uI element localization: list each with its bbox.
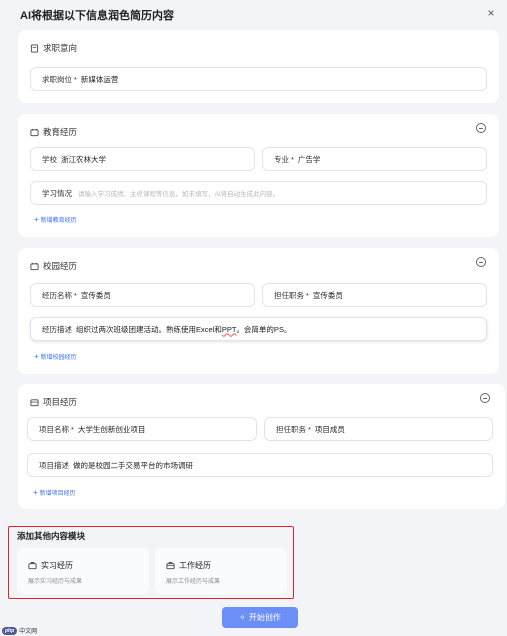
remove-project-icon[interactable] — [480, 393, 490, 403]
sparkle-icon: ✧ — [239, 613, 246, 622]
dialog-title: AI将根据以下信息润色简历内容 — [20, 10, 174, 22]
campus-title: 校园经历 — [43, 261, 78, 271]
work-desc: 展示工作经历与成果 — [166, 579, 221, 585]
job-position-field[interactable]: 求职岗位 * 新媒体运营 — [30, 67, 487, 91]
project-name-value: 大学生创新创业项目 — [77, 424, 146, 434]
remove-campus-icon[interactable] — [476, 257, 486, 267]
more-modules-title: 添加其他内容模块 — [17, 531, 86, 541]
study-placeholder: 请输入学习成绩、主修课程等信息。如未填写，AI将自动生成此内容。 — [78, 191, 280, 198]
job-intention-title: 求职意向 — [43, 43, 78, 53]
briefcase-icon — [28, 562, 37, 570]
work-title: 工作经历 — [179, 561, 211, 570]
project-title: 项目经历 — [43, 397, 78, 407]
plus-icon: + — [34, 351, 39, 361]
study-field[interactable]: 学习情况 请输入学习成绩、主修课程等信息。如未填写，AI将自动生成此内容。 — [30, 181, 487, 205]
plus-icon: + — [33, 487, 38, 497]
job-intention-card: 求职意向 求职岗位 * 新媒体运营 — [18, 30, 499, 103]
education-icon — [30, 128, 39, 136]
project-header: 项目经历 — [30, 396, 77, 408]
close-icon[interactable]: × — [484, 6, 498, 20]
major-field[interactable]: 专业 * 广告学 — [262, 147, 487, 171]
internship-desc: 展示实习经历与成果 — [28, 579, 83, 585]
add-education-button[interactable]: + 新增教育经历 — [34, 215, 77, 224]
plus-icon: + — [34, 214, 39, 224]
campus-name-field[interactable]: 经历名称 * 宣传委员 — [30, 283, 255, 307]
school-value: 浙江农林大学 — [61, 154, 106, 164]
add-project-button[interactable]: + 新增项目经历 — [33, 488, 76, 497]
education-header: 教育经历 — [30, 126, 77, 138]
campus-card: 校园经历 经历名称 * 宣传委员 担任职务 * 宣传委员 经历描述 组织过两次班级团… — [18, 248, 499, 374]
work-module-button[interactable]: 工作经历 展示工作经历与成果 — [155, 548, 287, 594]
project-name-field[interactable]: 项目名称 * 大学生创新创业项目 — [27, 417, 257, 441]
campus-header: 校园经历 — [30, 260, 77, 272]
education-card: 教育经历 学校 浙江农林大学 专业 * 广告学 学习情况 请输入学习成绩、主修课程… — [18, 114, 499, 237]
internship-title: 实习经历 — [41, 561, 73, 570]
job-intention-header: 求职意向 — [30, 42, 77, 54]
flag-icon — [30, 43, 39, 53]
start-create-button[interactable]: ✧ 开始创作 — [222, 607, 298, 628]
php-logo: php — [2, 626, 18, 635]
work-icon — [166, 562, 175, 570]
project-icon — [30, 398, 39, 406]
project-desc-field[interactable]: 项目描述 做的是校园二手交易平台的市场调研 — [27, 453, 493, 477]
remove-education-icon[interactable] — [476, 123, 486, 133]
add-campus-button[interactable]: + 新增校园经历 — [34, 352, 77, 361]
campus-desc-field[interactable]: 经历描述 组织过两次班级团建活动。熟练使用Excel和PPT。会简单的PS。 — [30, 317, 487, 341]
job-position-value: 新媒体运营 — [80, 74, 119, 84]
school-field[interactable]: 学校 浙江农林大学 — [30, 147, 255, 171]
campus-desc-value: 组织过两次班级团建活动。熟练使用Excel和PPT。会简单的PS。 — [76, 324, 292, 334]
major-value: 广告学 — [297, 154, 321, 164]
project-role-value: 项目成员 — [314, 424, 345, 434]
campus-role-field[interactable]: 担任职务 * 宣传委员 — [262, 283, 487, 307]
project-card: 项目经历 项目名称 * 大学生创新创业项目 担任职务 * 项目成员 项目描述 做的是… — [18, 384, 505, 509]
education-title: 教育经历 — [43, 127, 78, 137]
campus-role-value: 宣传委员 — [312, 290, 343, 300]
campus-name-value: 宣传委员 — [80, 290, 111, 300]
project-desc-value: 做的是校园二手交易平台的市场调研 — [73, 460, 193, 470]
watermark: php 中文网 — [2, 626, 37, 635]
project-role-field[interactable]: 担任职务 * 项目成员 — [264, 417, 493, 441]
campus-icon — [30, 262, 39, 270]
internship-module-button[interactable]: 实习经历 展示实习经历与成果 — [17, 548, 149, 594]
